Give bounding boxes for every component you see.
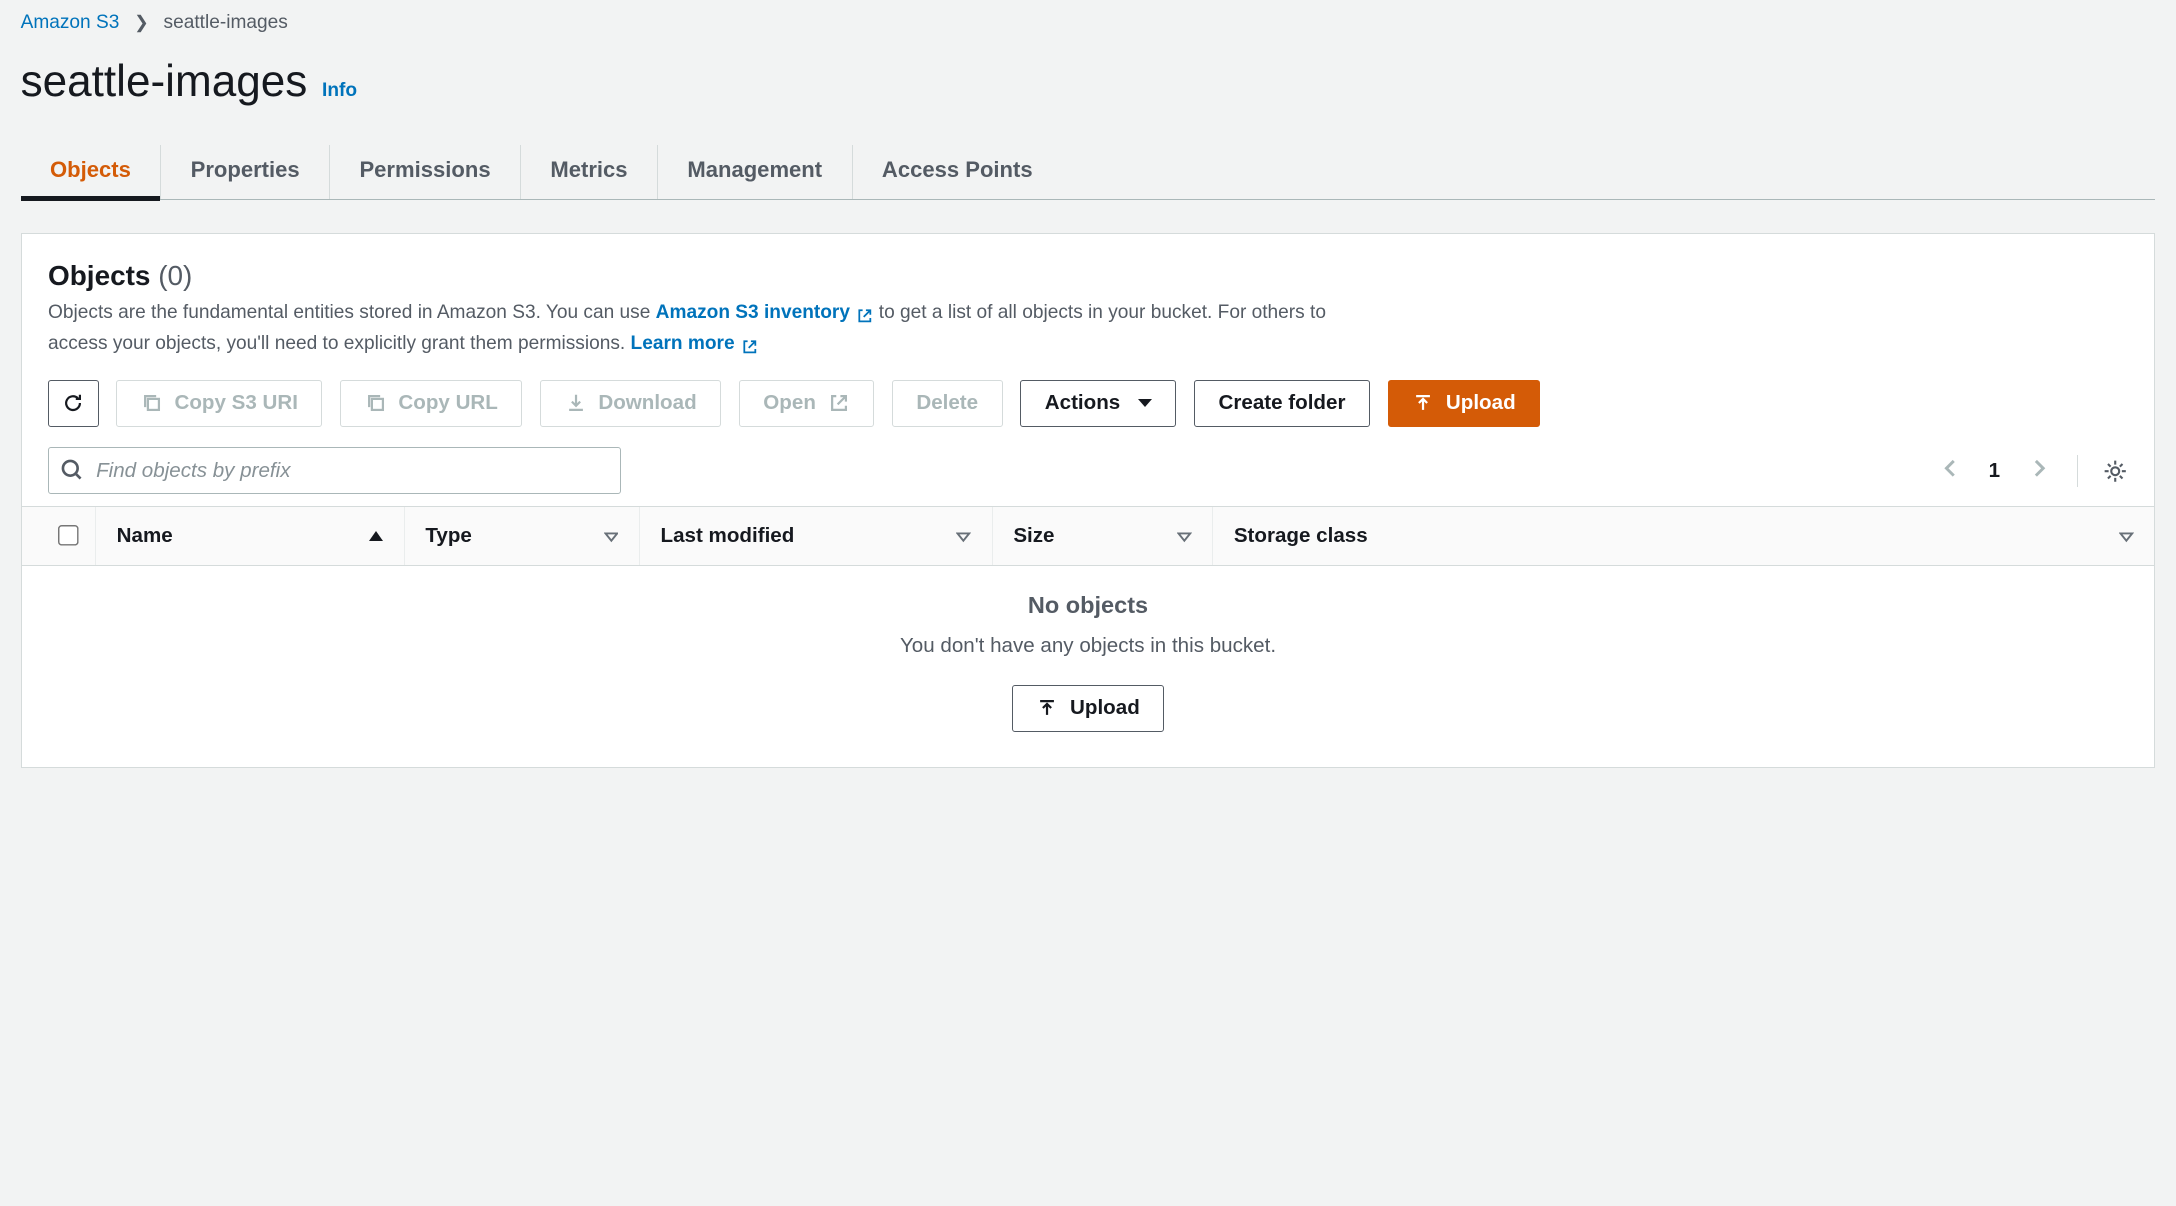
tabs: Objects Properties Permissions Metrics M… xyxy=(21,145,2156,200)
col-size[interactable]: Size xyxy=(992,507,1213,565)
tab-objects[interactable]: Objects xyxy=(21,145,161,199)
objects-panel: Objects (0) Objects are the fundamental … xyxy=(21,233,2156,768)
empty-title: No objects xyxy=(22,592,2155,619)
delete-label: Delete xyxy=(916,391,978,415)
learn-more-label: Learn more xyxy=(631,329,735,360)
col-size-label: Size xyxy=(1013,524,1054,548)
page-number: 1 xyxy=(1989,459,2000,483)
panel-description: Objects are the fundamental entities sto… xyxy=(48,298,1371,359)
chevron-left-icon xyxy=(1942,458,1960,479)
breadcrumb-bucket: seattle-images xyxy=(164,12,288,34)
copy-url-button[interactable]: Copy URL xyxy=(340,380,522,427)
tab-metrics[interactable]: Metrics xyxy=(520,145,657,199)
page-prev-button[interactable] xyxy=(1936,452,1965,490)
sort-asc-icon xyxy=(369,531,383,541)
breadcrumb-root[interactable]: Amazon S3 xyxy=(21,12,120,34)
panel-count: (0) xyxy=(158,260,192,291)
open-button[interactable]: Open xyxy=(739,380,874,427)
col-type-label: Type xyxy=(425,524,472,548)
tab-properties[interactable]: Properties xyxy=(160,145,329,199)
learn-more-link[interactable]: Learn more xyxy=(631,329,759,360)
external-link-icon xyxy=(741,338,759,356)
refresh-icon xyxy=(62,392,84,414)
upload-button[interactable]: Upload xyxy=(1388,380,1541,427)
sort-icon xyxy=(604,529,619,544)
sort-icon xyxy=(956,529,971,544)
refresh-button[interactable] xyxy=(48,380,98,427)
chevron-right-icon xyxy=(2030,458,2048,479)
open-label: Open xyxy=(763,391,816,415)
copy-icon xyxy=(365,392,387,414)
info-link[interactable]: Info xyxy=(322,80,357,102)
col-last-modified[interactable]: Last modified xyxy=(639,507,992,565)
select-all-checkbox[interactable] xyxy=(58,525,80,547)
gear-icon[interactable] xyxy=(2102,458,2128,484)
col-name-label: Name xyxy=(117,524,173,548)
tab-access-points[interactable]: Access Points xyxy=(852,145,1063,199)
actions-dropdown[interactable]: Actions xyxy=(1020,380,1176,427)
chevron-down-icon xyxy=(1138,399,1152,407)
download-button[interactable]: Download xyxy=(540,380,721,427)
copy-s3-uri-button[interactable]: Copy S3 URI xyxy=(116,380,322,427)
col-name[interactable]: Name xyxy=(95,507,404,565)
page-next-button[interactable] xyxy=(2024,452,2053,490)
create-folder-label: Create folder xyxy=(1219,391,1346,415)
copy-url-label: Copy URL xyxy=(398,391,497,415)
separator xyxy=(2077,455,2078,487)
empty-state: No objects You don't have any objects in… xyxy=(22,566,2155,767)
download-icon xyxy=(565,392,587,414)
upload-icon xyxy=(1412,392,1434,414)
col-storage-class[interactable]: Storage class xyxy=(1212,507,2154,565)
sort-icon xyxy=(2119,529,2134,544)
empty-upload-label: Upload xyxy=(1070,696,1140,720)
inventory-link[interactable]: Amazon S3 inventory xyxy=(656,298,874,329)
external-link-icon xyxy=(856,307,874,325)
empty-subtitle: You don't have any objects in this bucke… xyxy=(22,634,2155,658)
inventory-link-label: Amazon S3 inventory xyxy=(656,298,850,329)
chevron-right-icon: ❯ xyxy=(134,12,149,33)
panel-heading: Objects xyxy=(48,260,150,291)
upload-label: Upload xyxy=(1446,391,1516,415)
copy-s3-uri-label: Copy S3 URI xyxy=(174,391,298,415)
empty-upload-button[interactable]: Upload xyxy=(1012,685,1165,732)
col-type[interactable]: Type xyxy=(404,507,639,565)
page-title: seattle-images xyxy=(21,57,308,107)
download-label: Download xyxy=(598,391,696,415)
external-link-icon xyxy=(828,392,850,414)
col-modified-label: Last modified xyxy=(661,524,795,548)
search-icon xyxy=(60,458,84,482)
create-folder-button[interactable]: Create folder xyxy=(1194,380,1370,427)
panel-desc-pre: Objects are the fundamental entities sto… xyxy=(48,302,656,323)
sort-icon xyxy=(1177,529,1192,544)
upload-icon xyxy=(1036,697,1058,719)
copy-icon xyxy=(141,392,163,414)
search-wrapper xyxy=(48,447,621,494)
tab-management[interactable]: Management xyxy=(657,145,852,199)
delete-button[interactable]: Delete xyxy=(892,380,1003,427)
tab-permissions[interactable]: Permissions xyxy=(329,145,520,199)
table-header: Name Type Last modified Size Storage cla… xyxy=(22,507,2155,566)
actions-label: Actions xyxy=(1045,391,1120,415)
breadcrumb: Amazon S3 ❯ seattle-images xyxy=(21,9,2156,49)
search-input[interactable] xyxy=(48,447,621,494)
col-storage-class-label: Storage class xyxy=(1234,524,1368,548)
